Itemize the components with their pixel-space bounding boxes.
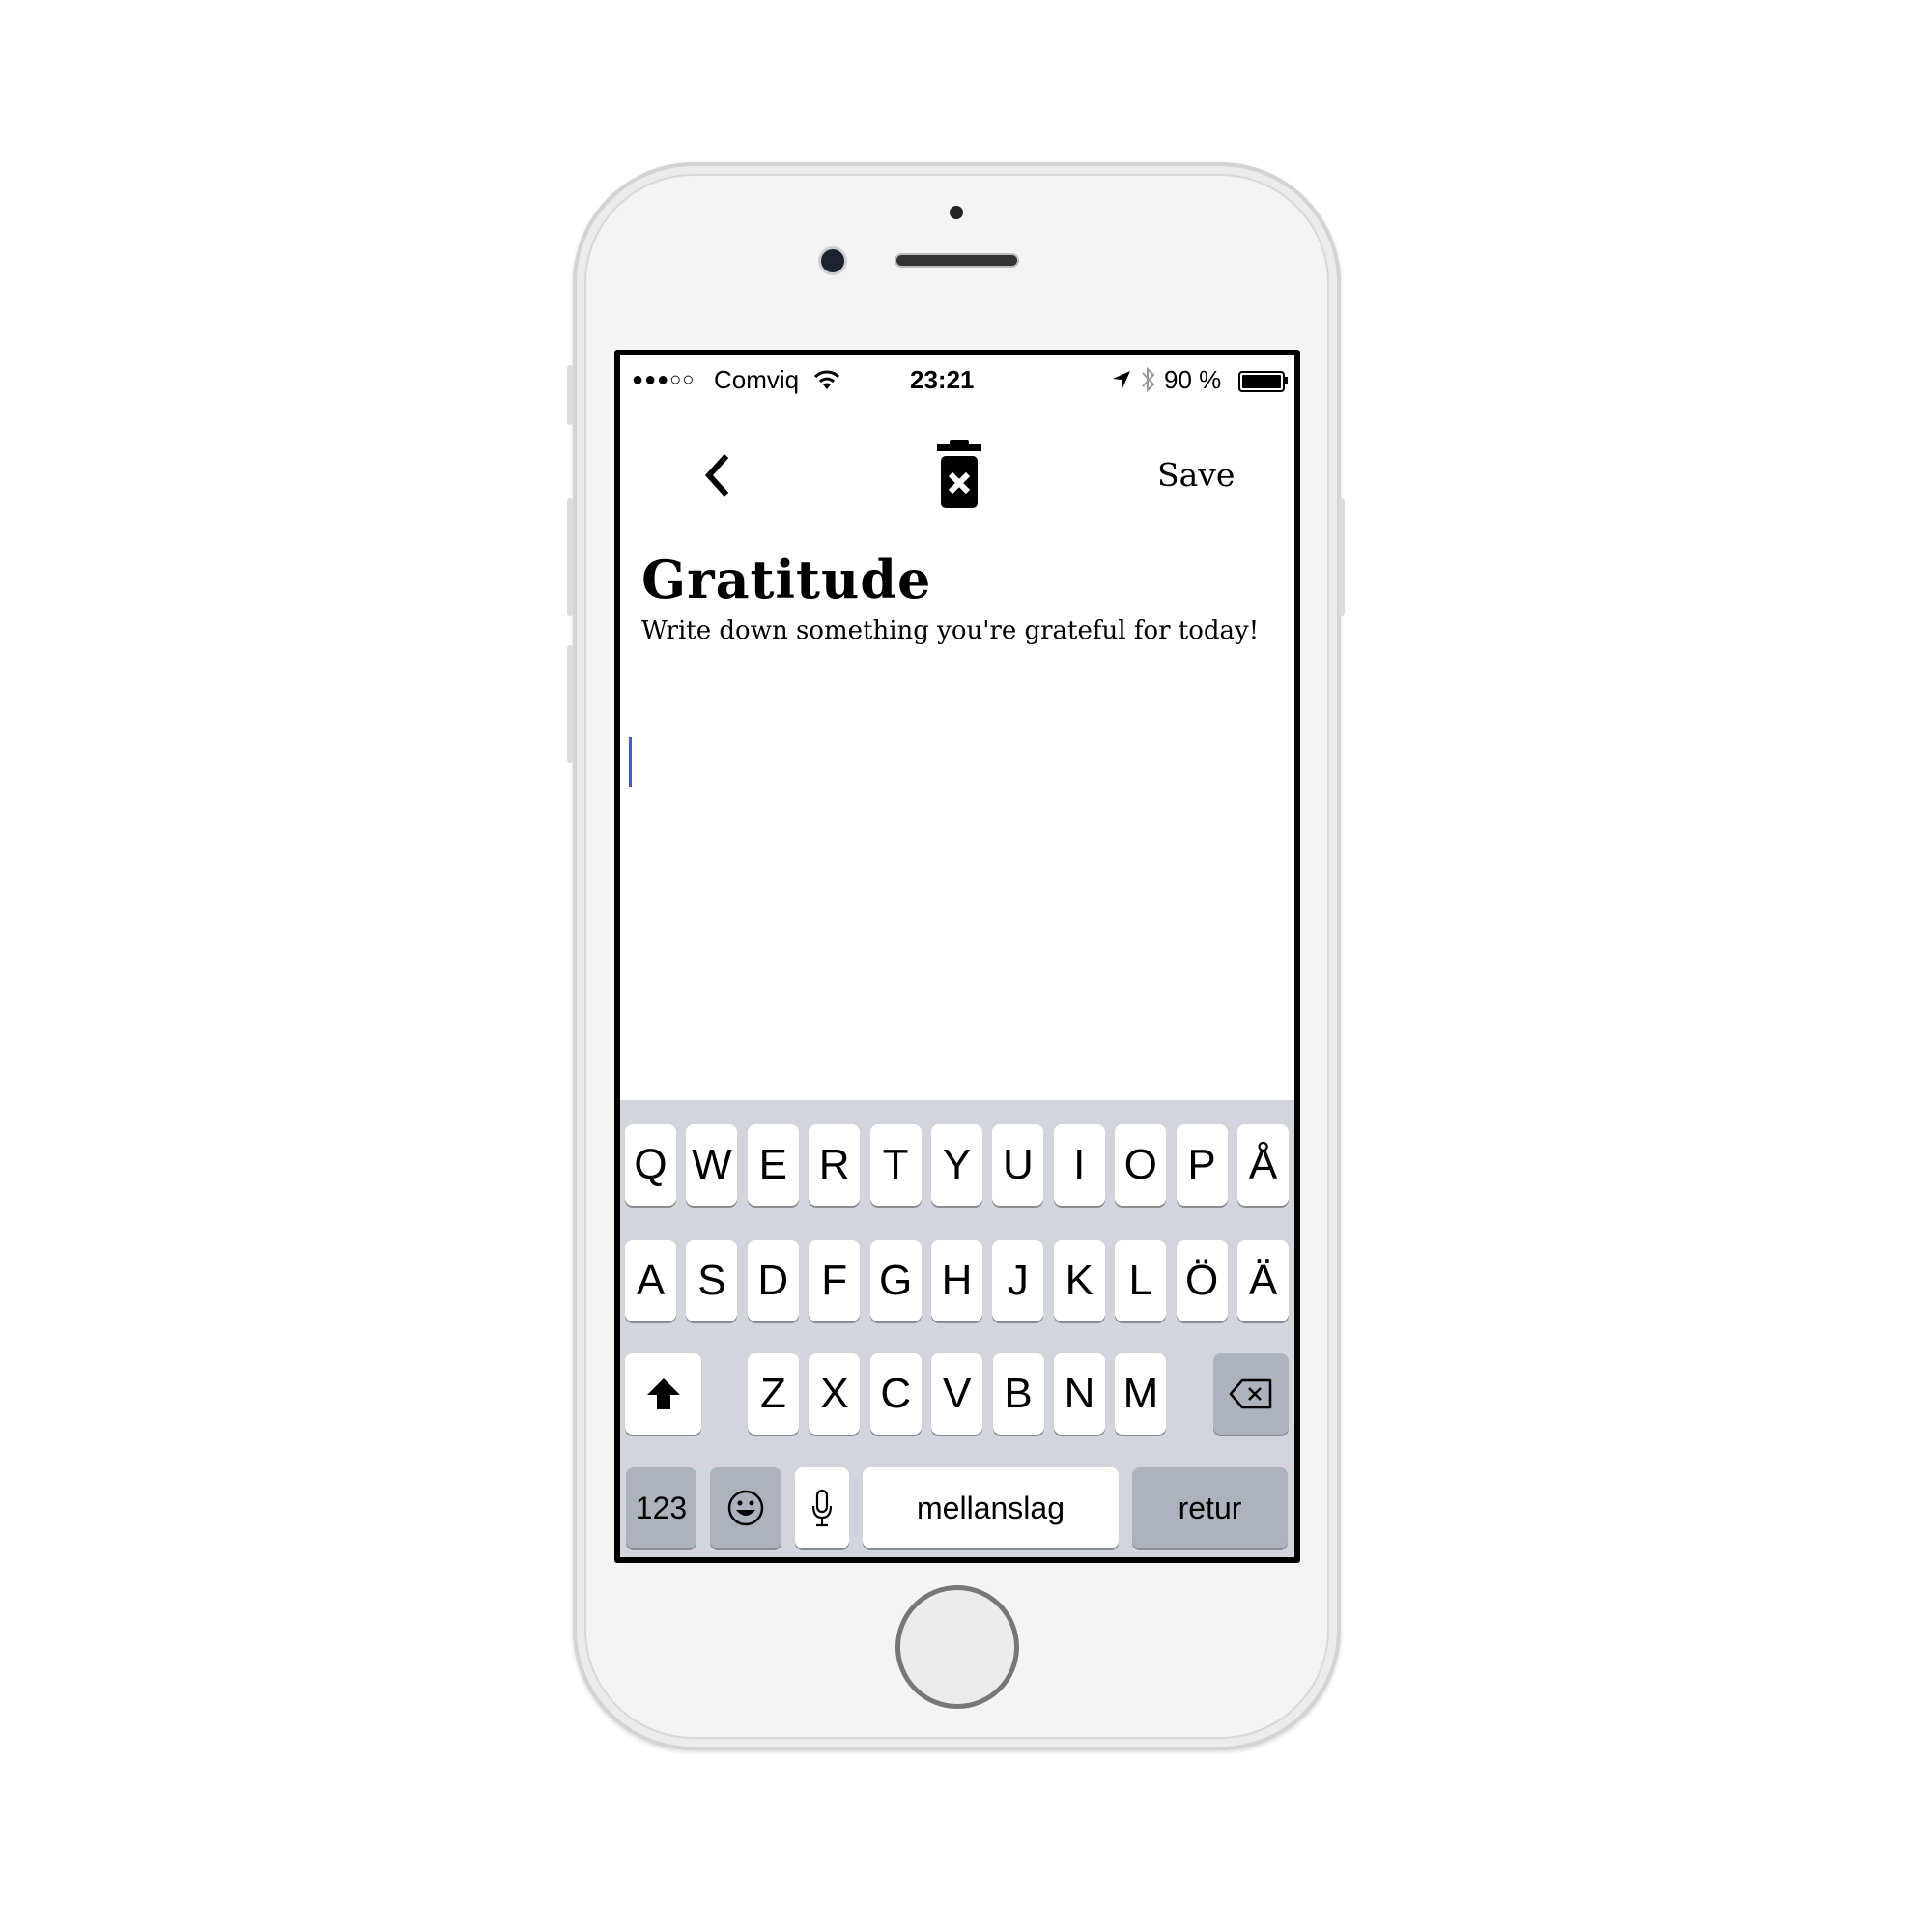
key-n[interactable]: N xyxy=(1054,1353,1105,1435)
mute-switch xyxy=(567,365,573,425)
key-h[interactable]: H xyxy=(931,1240,982,1321)
key-o[interactable]: O xyxy=(1115,1124,1167,1206)
clock: 23:21 xyxy=(910,365,975,394)
volume-up-button xyxy=(567,498,573,616)
key-f[interactable]: F xyxy=(809,1240,861,1321)
emoji-key[interactable] xyxy=(710,1467,781,1548)
shift-key[interactable] xyxy=(625,1353,701,1435)
page-title: Gratitude xyxy=(641,549,932,611)
backspace-key[interactable] xyxy=(1213,1353,1289,1435)
dictation-key[interactable] xyxy=(795,1467,849,1548)
front-camera xyxy=(821,249,844,272)
return-key[interactable]: retur xyxy=(1132,1467,1288,1548)
save-button[interactable]: Save xyxy=(1157,456,1235,494)
key-t[interactable]: T xyxy=(869,1124,922,1206)
emoji-smiley-icon xyxy=(727,1490,764,1526)
keyboard: QWERTYUIOPÅ ASDFGHJKLÖÄ ZXCVBNM 123 mellan… xyxy=(620,1100,1294,1557)
wifi-icon xyxy=(813,370,840,389)
key-y[interactable]: Y xyxy=(931,1124,982,1206)
power-button xyxy=(1339,498,1345,616)
earpiece-speaker xyxy=(896,255,1017,266)
location-icon xyxy=(1113,371,1130,388)
key-e[interactable]: E xyxy=(747,1124,799,1206)
text-cursor xyxy=(629,737,632,787)
battery-percent: 90 % xyxy=(1164,365,1222,394)
key-c[interactable]: C xyxy=(869,1353,922,1435)
prompt-text: Write down something you're grateful for… xyxy=(641,616,1260,645)
entry-text-area[interactable] xyxy=(620,723,1294,1090)
key-d[interactable]: D xyxy=(747,1240,799,1321)
signal-strength: ●●●○○ xyxy=(632,369,696,390)
back-chevron-icon[interactable] xyxy=(701,452,736,498)
key-å[interactable]: Å xyxy=(1237,1124,1289,1206)
delete-trash-icon[interactable] xyxy=(935,440,983,510)
volume-down-button xyxy=(567,645,573,763)
key-g[interactable]: G xyxy=(869,1240,922,1321)
space-key[interactable]: mellanslag xyxy=(863,1467,1119,1548)
key-ö[interactable]: Ö xyxy=(1176,1240,1228,1321)
key-s[interactable]: S xyxy=(686,1240,738,1321)
home-button[interactable] xyxy=(895,1585,1019,1709)
backspace-icon xyxy=(1229,1378,1272,1409)
microphone-icon xyxy=(811,1489,833,1527)
key-l[interactable]: L xyxy=(1115,1240,1167,1321)
key-k[interactable]: K xyxy=(1053,1240,1105,1321)
key-u[interactable]: U xyxy=(992,1124,1044,1206)
key-i[interactable]: I xyxy=(1053,1124,1105,1206)
screen: ●●●○○ Comviq 23:21 90 % Save Gratitude W… xyxy=(614,350,1300,1563)
key-b[interactable]: B xyxy=(992,1353,1044,1435)
key-v[interactable]: V xyxy=(931,1353,983,1435)
key-x[interactable]: X xyxy=(809,1353,861,1435)
proximity-sensor xyxy=(950,206,963,219)
numbers-key[interactable]: 123 xyxy=(626,1467,696,1548)
shift-arrow-icon xyxy=(646,1378,680,1409)
key-m[interactable]: M xyxy=(1115,1353,1167,1435)
key-q[interactable]: Q xyxy=(625,1124,676,1206)
key-p[interactable]: P xyxy=(1176,1124,1228,1206)
key-j[interactable]: J xyxy=(992,1240,1044,1321)
key-a[interactable]: A xyxy=(625,1240,676,1321)
bluetooth-icon xyxy=(1142,366,1155,393)
key-w[interactable]: W xyxy=(686,1124,738,1206)
key-r[interactable]: R xyxy=(809,1124,861,1206)
key-ä[interactable]: Ä xyxy=(1237,1240,1289,1321)
carrier-name: Comviq xyxy=(714,365,800,394)
key-z[interactable]: Z xyxy=(748,1353,799,1435)
battery-icon xyxy=(1238,371,1285,392)
